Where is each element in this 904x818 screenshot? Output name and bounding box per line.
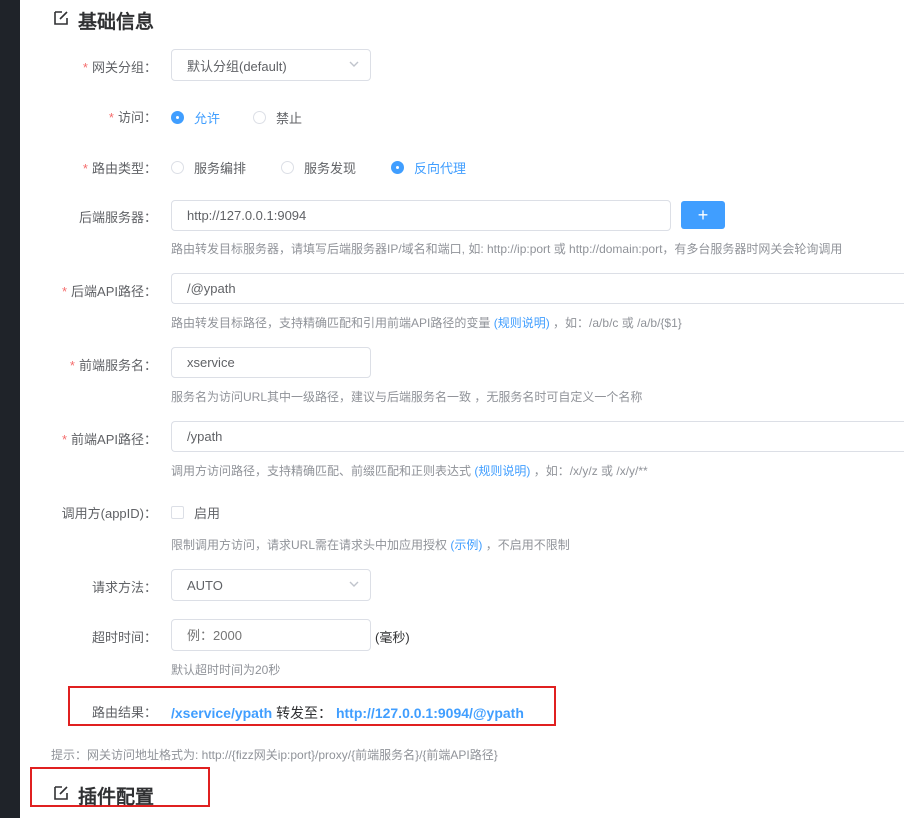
gateway-group-value: 默认分组(default) [187, 58, 287, 74]
backend-api-path-input[interactable]: /@ypath [171, 273, 904, 304]
gateway-url-tip: 提示：网关访问地址格式为: http://{fizz网关ip:port}/pro… [51, 748, 498, 762]
access-allow-label: 允许 [194, 111, 221, 126]
plus-icon: + [697, 205, 709, 225]
request-method-select[interactable]: AUTO [171, 569, 371, 601]
timeout-input[interactable] [171, 619, 371, 651]
backend-server-input[interactable]: http://127.0.0.1:9094 [171, 200, 671, 231]
example-link[interactable]: (示例) [450, 538, 482, 552]
caller-hint-after: ，不启用不限制 [485, 538, 570, 552]
gateway-group-label: * 网关分组： [82, 60, 157, 75]
edit-icon [52, 784, 70, 808]
plugin-section-text: 插件配置 [78, 787, 155, 808]
route-result-middle: 转发至： [276, 705, 333, 721]
route-result: /xservice/ypath 转发至： http://127.0.0.1:90… [171, 703, 524, 723]
caller-enable-label: 启用 [194, 506, 221, 521]
route-type-label: * 路由类型： [82, 161, 157, 176]
access-deny-radio[interactable]: 禁止 [253, 108, 302, 127]
route-type-discovery-label: 服务发现 [304, 161, 357, 176]
route-type-orchestration-label: 服务编排 [194, 161, 247, 176]
chevron-down-icon [348, 58, 360, 73]
caller-hint: 限制调用方访问，请求URL需在请求头中加应用授权 (示例) ，不启用不限制 [171, 536, 570, 553]
route-type-proxy-radio[interactable]: 反向代理 [391, 158, 466, 177]
frontend-api-path-hint: 调用方访问路径，支持精确匹配、前缀匹配和正则表达式 (规则说明) ，如：/x/y… [171, 462, 648, 479]
backend-api-path-hint: 路由转发目标路径，支持精确匹配和引用前端API路径的变量 (规则说明) ，如：/… [171, 314, 682, 331]
frontend-service-label: * 前端服务名： [69, 358, 157, 373]
backend-api-path-value: /@ypath [187, 281, 236, 296]
backend-api-path-hint-example: ，如：/a/b/c 或 /a/b/{$1} [553, 316, 682, 330]
chevron-down-icon [348, 578, 360, 593]
route-type-orchestration-radio[interactable]: 服务编排 [171, 158, 246, 177]
frontend-api-path-hint-example: ，如：/x/y/z 或 /x/y/** [533, 464, 648, 478]
access-label: * 访问： [108, 110, 157, 125]
caller-label: 调用方(appID)： [61, 506, 157, 521]
plugin-section-title: 插件配置 [52, 782, 154, 809]
form-panel: 基础信息 * 网关分组： 默认分组(default) * 访问： 允许 禁止 * 路由… [20, 0, 904, 818]
caller-enable-checkbox[interactable]: 启用 [171, 503, 220, 522]
access-deny-label: 禁止 [276, 111, 303, 126]
frontend-service-hint: 服务名为访问URL其中一级路径，建议与后端服务名一致 ，无服务名时可自定义一个名… [171, 390, 643, 404]
backend-server-label: 后端服务器： [78, 210, 157, 225]
basic-section-title: 基础信息 [52, 7, 154, 34]
route-type-proxy-label: 反向代理 [414, 161, 467, 176]
access-allow-radio[interactable]: 允许 [171, 108, 220, 127]
frontend-service-input[interactable]: xservice [171, 347, 371, 378]
request-method-label: 请求方法： [91, 580, 157, 595]
request-method-value: AUTO [187, 577, 223, 593]
add-server-button[interactable]: + [681, 201, 725, 229]
caller-hint-text: 限制调用方访问，请求URL需在请求头中加应用授权 [171, 538, 448, 552]
edit-icon [52, 9, 70, 33]
route-result-label: 路由结果： [91, 705, 157, 720]
rule-doc-link[interactable]: (规则说明) [494, 316, 550, 330]
frontend-api-path-input[interactable]: /ypath [171, 421, 904, 452]
basic-section-text: 基础信息 [78, 12, 155, 33]
frontend-api-path-label: * 前端API路径： [61, 432, 157, 447]
frontend-api-path-value: /ypath [187, 429, 223, 444]
timeout-label: 超时时间： [91, 630, 157, 645]
backend-server-value: http://127.0.0.1:9094 [187, 208, 307, 223]
frontend-service-value: xservice [187, 355, 235, 370]
backend-server-hint: 路由转发目标服务器，请填写后端服务器IP/域名和端口, 如: http://ip… [171, 242, 843, 256]
timeout-hint: 默认超时时间为20秒 [171, 663, 281, 677]
timeout-unit: (毫秒) [375, 630, 410, 645]
backend-api-path-hint-text: 路由转发目标路径，支持精确匹配和引用前端API路径的变量 [171, 316, 491, 330]
rule-doc-link-2[interactable]: (规则说明) [474, 464, 530, 478]
route-result-from: /xservice/ypath [171, 705, 273, 721]
frontend-api-path-hint-text: 调用方访问路径，支持精确匹配、前缀匹配和正则表达式 [171, 464, 472, 478]
gateway-group-select[interactable]: 默认分组(default) [171, 49, 371, 81]
backend-api-path-label: * 后端API路径： [61, 284, 157, 299]
route-result-to: http://127.0.0.1:9094/@ypath [335, 705, 524, 721]
route-type-discovery-radio[interactable]: 服务发现 [281, 158, 356, 177]
